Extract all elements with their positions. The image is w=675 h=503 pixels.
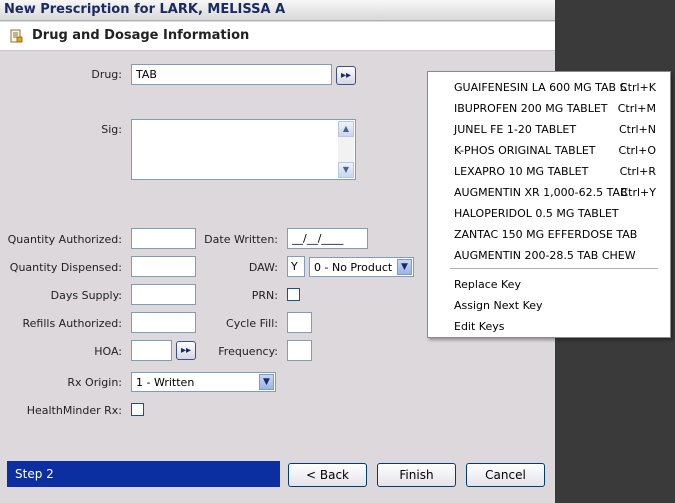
refills-authorized-input[interactable] (131, 312, 196, 333)
hoa-input[interactable] (131, 340, 172, 361)
section-header: Drug and Dosage Information (0, 22, 555, 51)
scroll-down-icon[interactable]: ▼ (338, 162, 354, 178)
menu-item[interactable]: K-PHOS ORIGINAL TABLET Ctrl+O (428, 140, 670, 161)
cancel-button[interactable]: Cancel (466, 463, 545, 487)
menu-action-assign-next-key[interactable]: Assign Next Key (428, 295, 670, 316)
menu-item[interactable]: HALOPERIDOL 0.5 MG TABLET (428, 203, 670, 224)
healthminder-label: HealthMinder Rx: (26, 404, 122, 417)
hoa-label: HOA: (94, 345, 122, 358)
daw-label: DAW: (248, 261, 278, 274)
days-supply-label: Days Supply: (50, 289, 122, 302)
sig-label: Sig: (101, 123, 122, 136)
frequency-label: Frequency: (218, 345, 278, 358)
chevron-down-icon[interactable]: ▼ (397, 259, 412, 275)
sig-textarea[interactable]: ▲ ▼ (131, 119, 356, 180)
quantity-authorized-input[interactable] (131, 228, 196, 249)
back-button[interactable]: < Back (288, 463, 367, 487)
finish-button[interactable]: Finish (377, 463, 456, 487)
daw-select[interactable]: 0 - No Product Se ▼ (309, 257, 414, 277)
drug-label: Drug: (91, 68, 122, 81)
menu-item[interactable]: ZANTAC 150 MG EFFERDOSE TAB (428, 224, 670, 245)
document-icon (10, 29, 23, 43)
menu-item[interactable]: GUAIFENESIN LA 600 MG TAB S Ctrl+K (428, 77, 670, 98)
frequency-input[interactable] (287, 340, 312, 361)
chevron-down-icon[interactable]: ▼ (259, 374, 274, 390)
date-written-input[interactable]: __/__/____ (287, 228, 368, 249)
menu-item[interactable]: AUGMENTIN XR 1,000-62.5 TAB Ctrl+Y (428, 182, 670, 203)
refills-authorized-label: Refills Authorized: (22, 317, 122, 330)
sig-scrollbar[interactable]: ▲ ▼ (338, 121, 354, 178)
date-written-label: Date Written: (204, 233, 278, 246)
step-indicator: Step 2 (7, 461, 280, 487)
drug-lookup-button[interactable]: ▸▸ (336, 66, 356, 85)
menu-item[interactable]: LEXAPRO 10 MG TABLET Ctrl+R (428, 161, 670, 182)
prn-label: PRN: (251, 289, 278, 302)
quantity-dispensed-label: Quantity Dispensed: (9, 261, 122, 274)
daw-input[interactable]: Y (287, 256, 305, 277)
daw-select-value: 0 - No Product Se (314, 261, 394, 274)
menu-action-edit-keys[interactable]: Edit Keys (428, 316, 670, 337)
menu-item[interactable]: JUNEL FE 1-20 TABLET Ctrl+N (428, 119, 670, 140)
hoa-lookup-button[interactable]: ▸▸ (176, 341, 196, 360)
cycle-fill-label: Cycle Fill: (226, 317, 278, 330)
rx-origin-value: 1 - Written (136, 376, 195, 389)
quantity-authorized-label: Quantity Authorized: (7, 233, 122, 246)
healthminder-checkbox[interactable] (131, 403, 144, 416)
days-supply-input[interactable] (131, 284, 196, 305)
drug-input[interactable]: TAB (131, 64, 332, 85)
menu-item[interactable]: IBUPROFEN 200 MG TABLET Ctrl+M (428, 98, 670, 119)
rx-origin-select[interactable]: 1 - Written ▼ (131, 372, 276, 392)
drug-shortcut-menu: GUAIFENESIN LA 600 MG TAB S Ctrl+K IBUPR… (427, 71, 671, 338)
cycle-fill-input[interactable] (287, 312, 312, 333)
quantity-dispensed-input[interactable] (131, 256, 196, 277)
menu-action-replace-key[interactable]: Replace Key (428, 274, 670, 295)
section-title: Drug and Dosage Information (32, 28, 250, 43)
menu-separator (450, 268, 658, 269)
title-bar: New Prescription for LARK, MELISSA A (0, 0, 555, 21)
window-title: New Prescription for LARK, MELISSA A (4, 2, 286, 17)
scroll-up-icon[interactable]: ▲ (338, 121, 354, 137)
menu-item[interactable]: AUGMENTIN 200-28.5 TAB CHEW (428, 245, 670, 266)
rx-origin-label: Rx Origin: (67, 376, 122, 389)
prn-checkbox[interactable] (287, 288, 300, 301)
